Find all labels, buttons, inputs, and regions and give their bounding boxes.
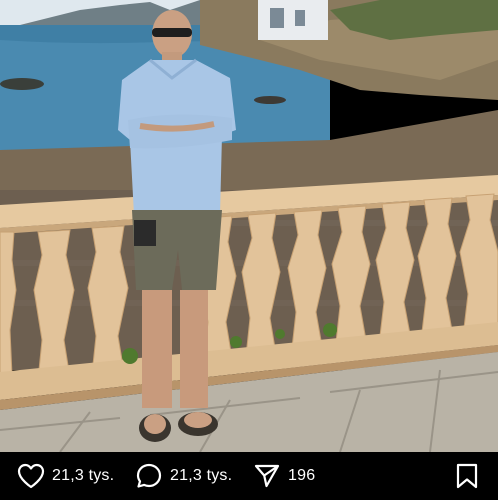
send-icon: [252, 461, 282, 491]
like-count: 21,3 tys.: [52, 467, 115, 484]
save-button[interactable]: [452, 452, 482, 500]
bookmark-icon: [452, 461, 482, 491]
comment-count: 21,3 tys.: [170, 467, 233, 484]
comment-icon: [134, 461, 164, 491]
post-photo[interactable]: [0, 0, 498, 452]
post-action-bar: 21,3 tys. 21,3 tys. 196: [0, 452, 498, 500]
post-view: 21,3 tys. 21,3 tys. 196: [0, 0, 498, 500]
share-button[interactable]: 196: [252, 452, 315, 500]
post-photo-illustration: [0, 0, 498, 452]
heart-icon: [16, 461, 46, 491]
like-button[interactable]: 21,3 tys.: [16, 452, 114, 500]
share-count: 196: [288, 467, 316, 484]
comment-button[interactable]: 21,3 tys.: [134, 452, 232, 500]
